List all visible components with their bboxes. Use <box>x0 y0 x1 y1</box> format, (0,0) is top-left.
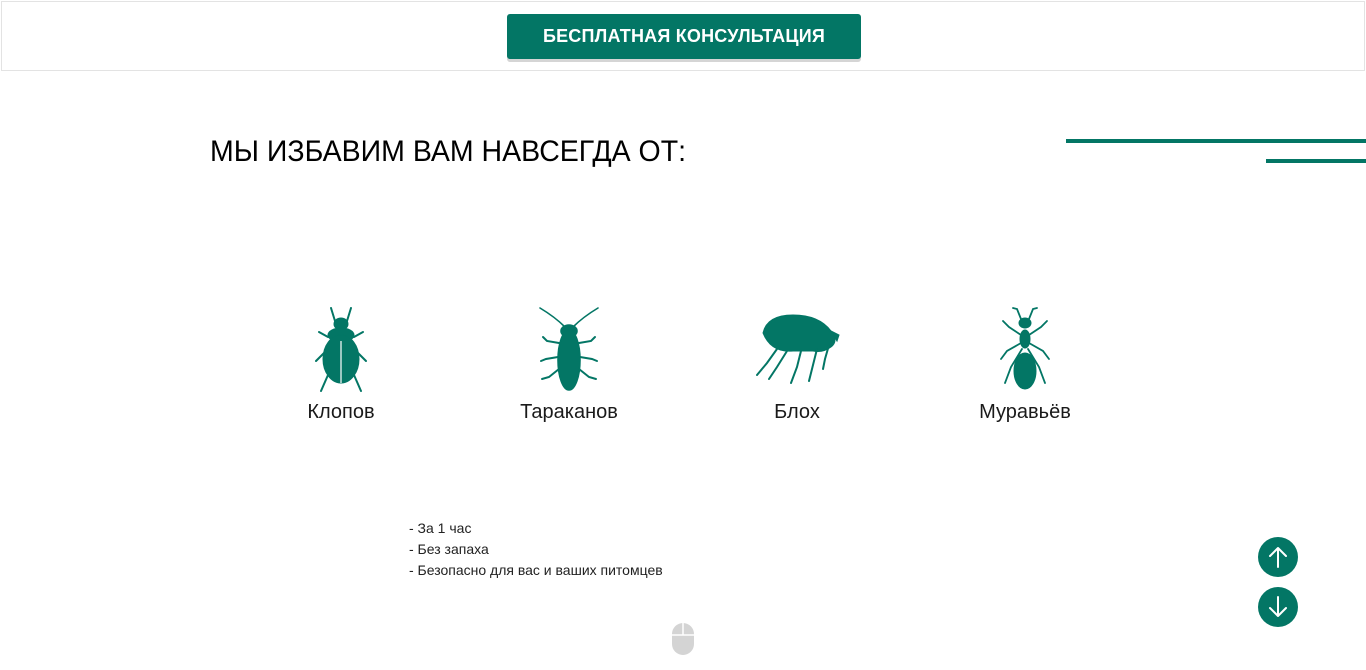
cockroach-icon <box>539 307 599 391</box>
pest-item-bedbugs: Клопов <box>251 305 431 424</box>
free-consultation-button[interactable]: БЕСПЛАТНАЯ КОНСУЛЬТАЦИЯ <box>507 14 861 59</box>
decorative-line-short <box>1266 159 1366 163</box>
arrow-down-icon <box>1269 596 1287 617</box>
ant-icon <box>1000 307 1050 390</box>
pest-item-ants: Муравьёв <box>935 305 1115 424</box>
arrow-up-icon <box>1269 547 1287 568</box>
mouse-scroll-icon <box>672 623 694 655</box>
benefits-list: - За 1 час - Без запаха - Безопасно для … <box>409 518 663 581</box>
scroll-up-button[interactable] <box>1258 537 1298 577</box>
pest-label: Клопов <box>307 401 375 423</box>
top-bar: БЕСПЛАТНАЯ КОНСУЛЬТАЦИЯ <box>1 1 1365 71</box>
pest-item-fleas: Блох <box>707 305 887 424</box>
benefit-item: - Без запаха <box>409 541 489 557</box>
pest-label: Блох <box>774 401 820 423</box>
decorative-line-long <box>1066 139 1366 143</box>
benefit-item: - За 1 час <box>409 520 472 536</box>
section-heading: МЫ ИЗБАВИМ ВАМ НАВСЕГДА ОТ: <box>210 135 687 168</box>
flea-icon <box>756 314 840 384</box>
pest-label: Муравьёв <box>979 401 1071 423</box>
pest-label: Тараканов <box>520 401 618 423</box>
scroll-down-button[interactable] <box>1258 587 1298 627</box>
pest-item-cockroaches: Тараканов <box>479 305 659 424</box>
benefit-item: - Безопасно для вас и ваших питомцев <box>409 562 663 578</box>
bedbug-icon <box>315 307 367 392</box>
